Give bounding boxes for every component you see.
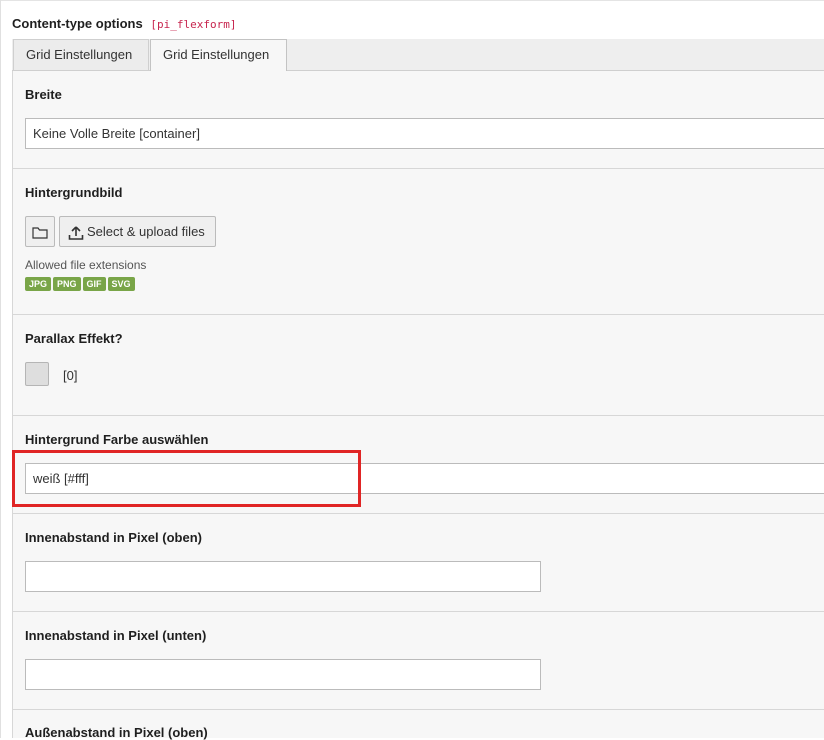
padding-bottom-input[interactable] [25,659,541,690]
top-border [0,0,824,1]
extension-badges: JPG PNG GIF SVG [25,277,137,292]
section-code: [pi_flexform] [150,18,237,31]
separator [12,611,824,612]
extension-badge: JPG [25,277,52,291]
folder-icon [32,227,48,239]
separator [12,513,824,514]
padding-bottom-label: Innenabstand in Pixel (unten) [25,628,207,643]
select-upload-files-button[interactable]: Select & upload files [59,216,216,247]
separator [12,709,824,710]
parallax-value: [0] [63,368,78,383]
hintergrundbild-label: Hintergrundbild [25,185,123,200]
padding-top-input[interactable] [25,561,541,592]
extension-badge: SVG [107,277,135,291]
extension-badge: PNG [53,277,81,291]
tab-grid-einstellungen-2[interactable]: Grid Einstellungen [150,39,287,71]
parallax-checkbox[interactable] [25,362,49,386]
separator [12,314,824,315]
padding-top-label: Innenabstand in Pixel (oben) [25,530,202,545]
separator [12,168,824,169]
tab-bar: Grid Einstellungen Grid Einstellungen [12,39,824,71]
section-title-text: Content-type options [12,16,143,31]
select-upload-files-label: Select & upload files [87,224,205,239]
allowed-extensions-label: Allowed file extensions [25,258,147,272]
parallax-label: Parallax Effekt? [25,331,123,346]
separator [12,415,824,416]
farbe-label: Hintergrund Farbe auswählen [25,432,209,447]
upload-icon [68,225,84,240]
folder-browse-button[interactable] [25,216,55,247]
breite-select[interactable]: Keine Volle Breite [container] [25,118,824,149]
extension-badge: GIF [82,277,106,291]
farbe-select[interactable]: weiß [#fff] [25,463,824,494]
section-title: Content-type options [pi_flexform] [12,16,236,31]
breite-label: Breite [25,87,62,102]
tab-grid-einstellungen-1[interactable]: Grid Einstellungen [13,39,149,70]
left-border [0,0,1,738]
